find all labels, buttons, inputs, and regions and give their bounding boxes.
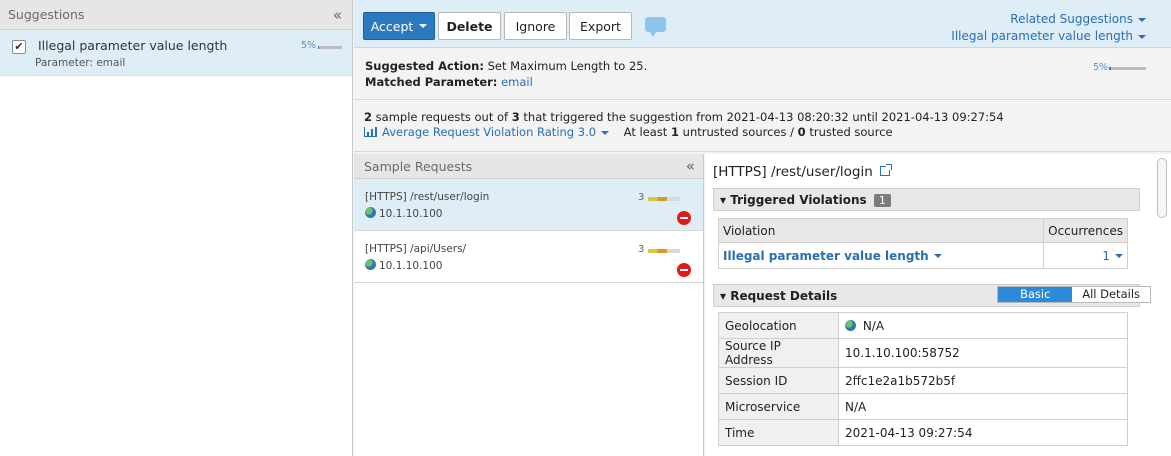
suggestions-title: Suggestions bbox=[8, 7, 85, 22]
violations-table: Violation Occurrences Illegal parameter … bbox=[717, 218, 1128, 269]
sample-request-item[interactable]: [HTTPS] /rest/user/login 10.1.10.100 3 bbox=[354, 179, 703, 231]
request-details-table: Geolocation N/A Source IP Address 10.1.10… bbox=[718, 312, 1128, 446]
violation-link[interactable]: Illegal parameter value length bbox=[723, 249, 942, 263]
chevron-down-icon bbox=[933, 254, 942, 258]
blocked-icon bbox=[677, 211, 691, 225]
table-row: Time 2021-04-13 09:27:54 bbox=[718, 419, 1128, 446]
triggered-violations-header[interactable]: ▾ Triggered Violations 1 bbox=[713, 188, 1140, 211]
suggestion-details-area: Accept Delete Ignore Export Related Sugg… bbox=[354, 0, 1171, 456]
table-row: Microservice N/A bbox=[718, 393, 1128, 420]
blocked-icon bbox=[677, 263, 691, 277]
rating-bar bbox=[648, 249, 680, 253]
chevron-down-icon bbox=[601, 130, 610, 135]
accept-label: Accept bbox=[370, 18, 414, 34]
table-row: Illegal parameter value length 1 bbox=[717, 242, 1128, 269]
delete-button[interactable]: Delete bbox=[438, 12, 501, 40]
external-link-icon[interactable] bbox=[879, 164, 892, 176]
comment-icon[interactable] bbox=[645, 17, 666, 37]
table-row: Source IP Address 10.1.10.100:58752 bbox=[718, 338, 1128, 368]
violations-count-badge: 1 bbox=[873, 194, 891, 207]
suggested-action-value: Set Maximum Length to 25. bbox=[487, 59, 648, 73]
collapse-left-icon[interactable]: « bbox=[333, 6, 342, 24]
suggested-action-box: Suggested Action: Set Maximum Length to … bbox=[354, 48, 1171, 100]
occurrences-column-header: Occurrences bbox=[1043, 218, 1128, 243]
violation-column-header: Violation bbox=[717, 218, 1045, 243]
chevron-down-icon bbox=[1138, 34, 1146, 39]
related-links: Related Suggestions Illegal parameter va… bbox=[951, 11, 1146, 45]
sample-requests-header: Sample Requests « bbox=[354, 154, 703, 179]
suggestion-progress-bar bbox=[318, 46, 342, 49]
violation-rating-link[interactable]: Average Request Violation Rating 3.0 bbox=[364, 125, 613, 139]
suggestion-percent: 5% bbox=[301, 40, 317, 51]
progress-fill bbox=[1109, 67, 1111, 70]
suggestion-subtitle: Parameter: email bbox=[35, 57, 126, 69]
collapse-samples-icon[interactable]: « bbox=[686, 157, 695, 175]
chevron-down-icon bbox=[1138, 17, 1146, 22]
chevron-down-icon bbox=[1115, 254, 1123, 258]
sample-requests-title: Sample Requests bbox=[364, 159, 473, 174]
suggestion-title: Illegal parameter value length bbox=[38, 38, 228, 53]
progress-fill bbox=[318, 46, 320, 49]
suggestions-header: Suggestions « bbox=[0, 0, 352, 30]
export-button[interactable]: Export bbox=[569, 12, 632, 40]
related-suggestions-link[interactable]: Related Suggestions bbox=[951, 11, 1146, 28]
basic-tab[interactable]: Basic bbox=[998, 287, 1073, 302]
ignore-button[interactable]: Ignore bbox=[504, 12, 567, 40]
accept-button[interactable]: Accept bbox=[363, 12, 435, 40]
action-percent: 5% bbox=[1093, 62, 1109, 73]
sample-requests-panel: Sample Requests « [HTTPS] /rest/user/log… bbox=[354, 154, 704, 456]
matched-parameter-link[interactable]: email bbox=[501, 75, 533, 89]
matched-parameter-label: Matched Parameter: bbox=[365, 75, 498, 89]
suggestion-item[interactable]: ✔ Illegal parameter value length Paramet… bbox=[0, 30, 352, 76]
rating-bar bbox=[648, 197, 680, 201]
suggestions-panel: Suggestions « ✔ Illegal parameter value … bbox=[0, 0, 353, 456]
globe-icon bbox=[845, 319, 856, 331]
toolbar: Accept Delete Ignore Export Related Sugg… bbox=[354, 0, 1171, 48]
request-stats: 2 sample requests out of 3 that triggere… bbox=[354, 100, 1171, 152]
suggestion-checkbox[interactable]: ✔ bbox=[12, 40, 26, 54]
globe-icon bbox=[365, 259, 376, 270]
details-scrollbar[interactable] bbox=[1157, 158, 1167, 218]
all-details-tab[interactable]: All Details bbox=[1072, 287, 1150, 302]
chevron-down-icon bbox=[419, 24, 428, 28]
details-mode-toggle: Basic All Details bbox=[997, 286, 1151, 303]
request-title: [HTTPS] /rest/user/login bbox=[713, 164, 892, 180]
table-row: Geolocation N/A bbox=[718, 312, 1128, 339]
globe-icon bbox=[365, 207, 376, 218]
sample-request-item[interactable]: [HTTPS] /api/Users/ 10.1.10.100 3 bbox=[354, 231, 703, 283]
related-violation-link[interactable]: Illegal parameter value length bbox=[951, 28, 1146, 45]
table-row: Session ID 2ffc1e2a1b572b5f bbox=[718, 367, 1128, 394]
request-details-panel: [HTTPS] /rest/user/login ▾ Triggered Vio… bbox=[705, 154, 1171, 456]
bar-chart-icon bbox=[364, 127, 377, 137]
suggested-action-label: Suggested Action: bbox=[365, 59, 484, 73]
action-progress-bar bbox=[1109, 67, 1146, 70]
occurrences-value[interactable]: 1 bbox=[1043, 242, 1128, 269]
